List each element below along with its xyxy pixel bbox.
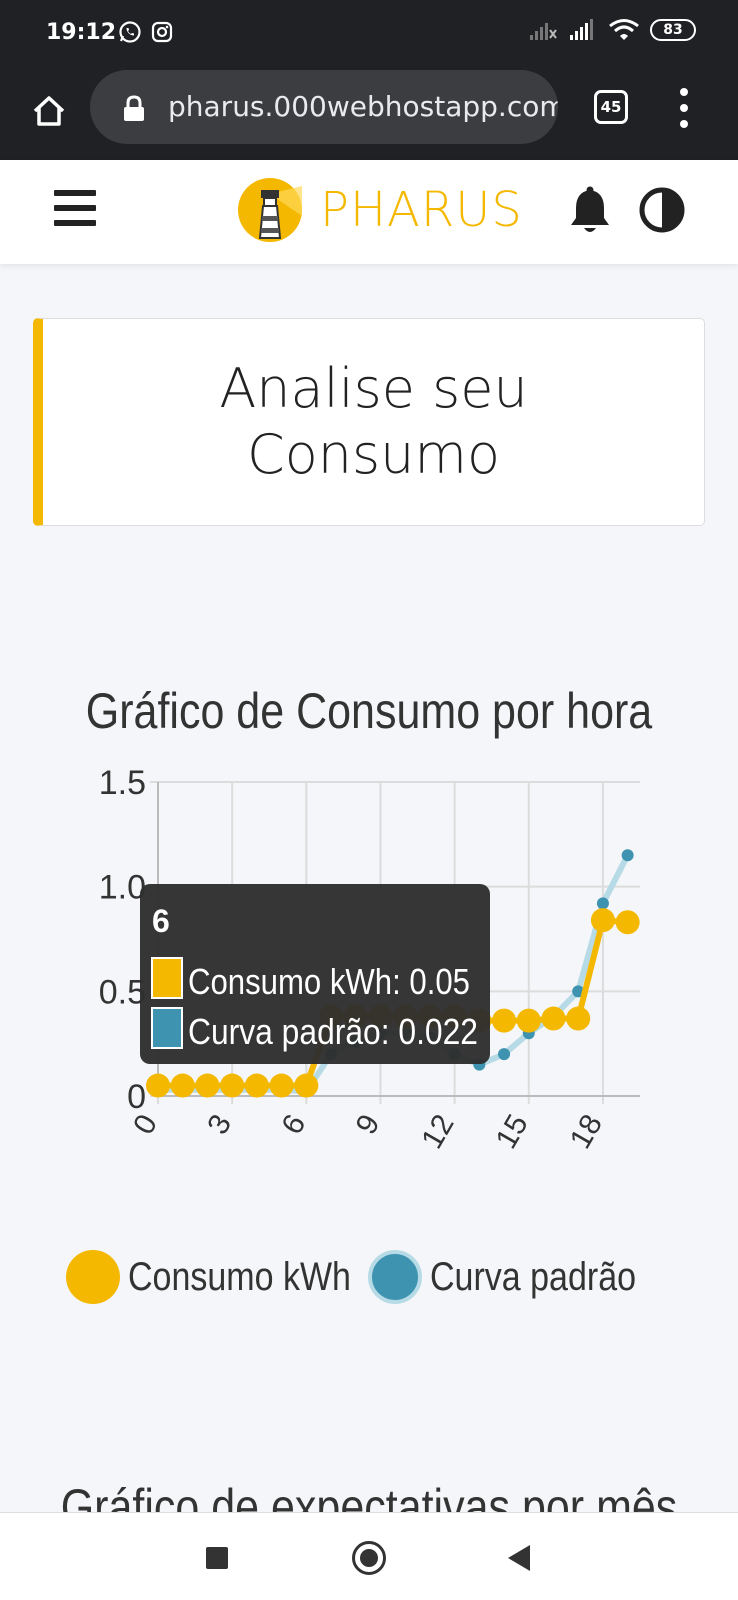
- tooltip-line-curva: Curva padrão: 0.022: [188, 1011, 478, 1052]
- curva-padrao-point: [621, 849, 634, 862]
- curva-padrao-point: [498, 1048, 511, 1061]
- consumo-point: [244, 1073, 269, 1098]
- status-bar: 19:12 83: [0, 0, 738, 66]
- x-tick-label: 6: [275, 1109, 312, 1140]
- menu-dot-icon: [680, 120, 688, 128]
- tooltip-swatch-curva: [151, 1007, 183, 1049]
- menu-bar-icon: [54, 205, 96, 211]
- notification-icons: [118, 20, 174, 44]
- consumo-point: [220, 1073, 245, 1098]
- status-time: 19:12: [46, 20, 117, 45]
- legend-item-consumo[interactable]: Consumo kWh: [65, 1250, 390, 1304]
- legend-swatch-consumo: [65, 1250, 120, 1304]
- home-icon: [33, 96, 65, 126]
- signal-icon-1: [530, 23, 557, 40]
- lock-icon: [124, 95, 144, 121]
- tooltip-swatch-consumo: [151, 957, 183, 999]
- signal-icon-2: [570, 19, 593, 40]
- x-tick-label: 3: [201, 1109, 238, 1140]
- menu-bar-icon: [54, 190, 96, 196]
- home-button[interactable]: [24, 86, 74, 136]
- consumo-point: [269, 1073, 294, 1098]
- page-title-line2: Consumo: [247, 423, 500, 486]
- wifi-icon: [609, 19, 639, 40]
- tooltip-title: 6: [152, 903, 170, 939]
- url-text: pharus.000webhostapp.com: [168, 90, 558, 123]
- chart-title: Gráfico de Consumo por hora: [85, 683, 653, 739]
- tooltip-line-consumo: Consumo kWh: 0.05: [188, 961, 470, 1002]
- y-tick-label: 1.0: [99, 869, 146, 907]
- browser-toolbar: pharus.000webhostapp.com 45: [0, 66, 738, 160]
- menu-bar-icon: [54, 220, 96, 226]
- system-navigation-bar: [0, 1512, 738, 1600]
- menu-dot-icon: [680, 88, 688, 96]
- legend-label-curva: Curva padrão: [429, 1254, 636, 1299]
- chart-legend: Consumo kWh Curva padrão: [0, 1250, 738, 1304]
- consumo-point: [170, 1073, 195, 1098]
- consumo-point: [195, 1073, 220, 1098]
- curva-padrao-point: [596, 897, 609, 910]
- y-tick-label: 1.5: [99, 764, 146, 802]
- consumo-point: [541, 1006, 566, 1031]
- x-tick-label: 15: [490, 1109, 535, 1154]
- x-tick-label: 18: [564, 1109, 609, 1154]
- consumption-chart[interactable]: 00.51.01.50 3 6 9 12 15 186Consumo kWh: 0.05Cu…: [0, 760, 738, 1180]
- battery-indicator: 83: [650, 19, 696, 41]
- y-tick-label: 0.5: [99, 973, 146, 1011]
- site-logo[interactable]: PHARUS: [236, 176, 523, 244]
- menu-dot-icon: [680, 104, 688, 112]
- status-right: 83: [528, 18, 696, 42]
- consumo-point: [492, 1008, 517, 1033]
- x-tick-label: 9: [350, 1109, 387, 1140]
- address-bar[interactable]: pharus.000webhostapp.com: [90, 70, 558, 144]
- whatsapp-icon: [119, 21, 141, 43]
- consumo-point: [146, 1073, 170, 1098]
- page-title: Analise seu Consumo: [219, 356, 527, 488]
- legend-label-consumo: Consumo kWh: [127, 1254, 351, 1299]
- back-button[interactable]: [508, 1545, 530, 1571]
- home-nav-button[interactable]: [352, 1541, 386, 1575]
- consumo-point: [566, 1006, 591, 1031]
- consumo-point: [615, 910, 640, 935]
- site-header: PHARUS: [0, 160, 738, 264]
- consumo-point: [516, 1008, 541, 1033]
- page-title-line1: Analise seu: [219, 357, 528, 420]
- consumo-point: [294, 1073, 319, 1098]
- x-tick-label: 12: [415, 1109, 460, 1154]
- page-title-card: Analise seu Consumo: [33, 318, 705, 526]
- chart-tooltip: 6 Consumo kWh: 0.05 Curva padrão: 0.022: [140, 884, 490, 1064]
- instagram-icon: [151, 21, 173, 43]
- lighthouse-logo-icon: [238, 178, 302, 242]
- tab-switcher-button[interactable]: 45: [594, 90, 628, 124]
- notification-bell-icon[interactable]: [568, 186, 612, 236]
- consumo-point: [590, 908, 615, 933]
- legend-swatch-curva: [367, 1250, 422, 1304]
- contrast-toggle-icon[interactable]: [638, 186, 686, 234]
- browser-menu-button[interactable]: [672, 86, 696, 130]
- hamburger-menu-button[interactable]: [54, 190, 96, 226]
- legend-item-curva[interactable]: Curva padrão: [367, 1250, 672, 1304]
- logo-text: PHARUS: [320, 182, 523, 238]
- recent-apps-button[interactable]: [206, 1547, 228, 1569]
